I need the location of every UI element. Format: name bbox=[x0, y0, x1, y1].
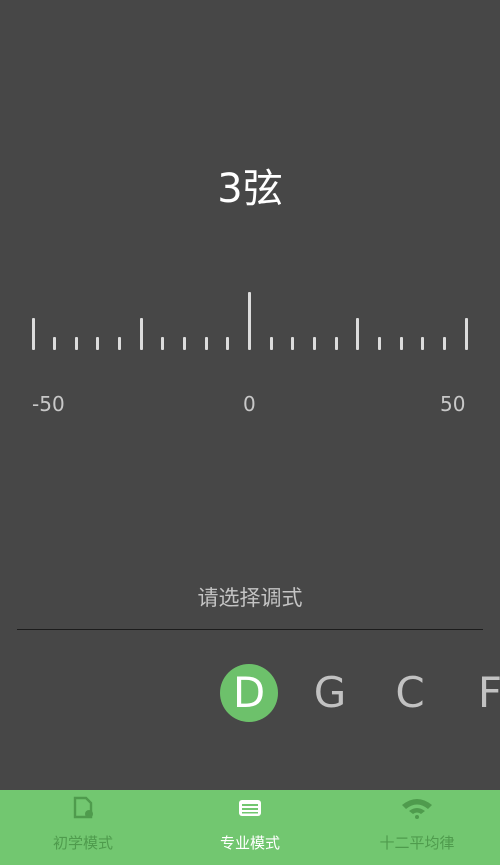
tab-label: 初学模式 bbox=[52, 834, 113, 852]
wallet-card-icon bbox=[239, 800, 261, 816]
scale-tick bbox=[377, 337, 381, 350]
tuning-option-g[interactable]: G bbox=[301, 664, 359, 722]
file-settings-icon bbox=[73, 796, 93, 819]
tuning-option-c[interactable]: C bbox=[381, 664, 439, 722]
tab-label: 十二平均律 bbox=[379, 834, 455, 852]
tuning-option-f[interactable]: F bbox=[461, 664, 500, 722]
tab-professional-mode[interactable]: 专业模式 bbox=[167, 790, 333, 865]
scale-tick bbox=[421, 337, 425, 350]
scale-tick bbox=[248, 292, 251, 350]
tuning-selector[interactable]: D G C F bbox=[0, 655, 500, 730]
divider bbox=[17, 629, 483, 630]
scale-tick bbox=[226, 337, 230, 350]
scale-tick bbox=[312, 337, 316, 350]
scale-tick bbox=[161, 337, 165, 350]
scale-tick bbox=[118, 337, 122, 350]
scale-tick bbox=[356, 318, 360, 350]
wifi-arc-icon bbox=[402, 799, 432, 819]
scale-tick bbox=[139, 318, 143, 350]
scale-tick bbox=[399, 337, 403, 350]
scale-tick bbox=[204, 337, 208, 350]
scale-tick bbox=[464, 318, 468, 350]
tab-label: 专业模式 bbox=[219, 834, 280, 852]
scale-tick bbox=[291, 337, 295, 350]
scale-tick bbox=[31, 318, 35, 350]
scale-tick bbox=[53, 337, 57, 350]
bottom-tab-bar: 初学模式 专业模式 十二平均律 bbox=[0, 790, 500, 865]
string-number-label: 3弦 bbox=[217, 166, 283, 212]
scale-tick bbox=[442, 337, 446, 350]
scale-label-center: 0 bbox=[243, 392, 256, 416]
scale-tick bbox=[183, 337, 187, 350]
scale-tick bbox=[269, 337, 273, 350]
scale-label-min: -50 bbox=[32, 392, 65, 416]
scale-tick bbox=[74, 337, 78, 350]
select-tuning-prompt: 请选择调式 bbox=[197, 586, 303, 610]
tab-twelve-tone[interactable]: 十二平均律 bbox=[334, 790, 500, 865]
scale-label-max: 50 bbox=[440, 392, 466, 416]
scale-tick bbox=[96, 337, 100, 350]
tab-beginner-mode[interactable]: 初学模式 bbox=[0, 790, 166, 865]
tuning-option-d[interactable]: D bbox=[220, 664, 278, 722]
tuning-scale bbox=[0, 270, 500, 350]
scale-tick bbox=[334, 337, 338, 350]
